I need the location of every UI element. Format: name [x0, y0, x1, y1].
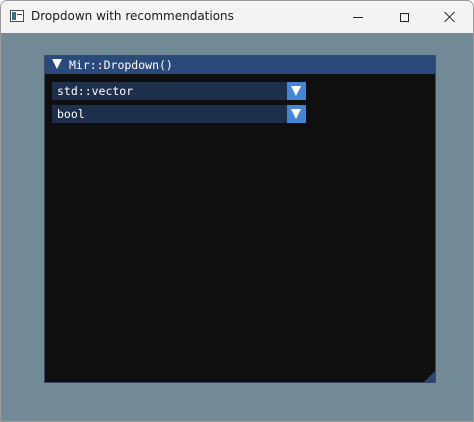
dropdown-value-type[interactable]: bool	[52, 105, 306, 123]
panel-title: Mir::Dropdown()	[69, 58, 173, 72]
minimize-button[interactable]	[335, 1, 381, 33]
window-title: Dropdown with recommendations	[31, 9, 234, 23]
collapse-triangle-icon[interactable]	[52, 59, 62, 69]
minimize-icon	[353, 16, 363, 18]
window-titlebar[interactable]: Dropdown with recommendations	[1, 1, 473, 33]
client-area: Mir::Dropdown() std::vector bool	[1, 33, 473, 421]
maximize-button[interactable]	[381, 1, 427, 33]
triangle-down-icon	[291, 86, 301, 96]
dropdown-value-type-arrow-button[interactable]	[287, 105, 306, 123]
app-window-icon	[10, 10, 24, 22]
dropdown-value-type-value: bool	[57, 107, 85, 121]
dropdown-type-arrow-button[interactable]	[287, 82, 306, 100]
dropdown-type-value: std::vector	[57, 84, 134, 98]
triangle-down-icon	[291, 109, 301, 119]
close-icon	[444, 11, 456, 23]
app-window: Dropdown with recommendations Mir::Dropd…	[0, 0, 474, 422]
resize-grip-icon[interactable]	[424, 371, 435, 382]
maximize-icon	[399, 12, 409, 22]
dropdown-type[interactable]: std::vector	[52, 82, 306, 100]
dropdown-panel: Mir::Dropdown() std::vector bool	[44, 55, 436, 383]
close-button[interactable]	[427, 1, 473, 33]
panel-titlebar[interactable]: Mir::Dropdown()	[45, 56, 435, 74]
